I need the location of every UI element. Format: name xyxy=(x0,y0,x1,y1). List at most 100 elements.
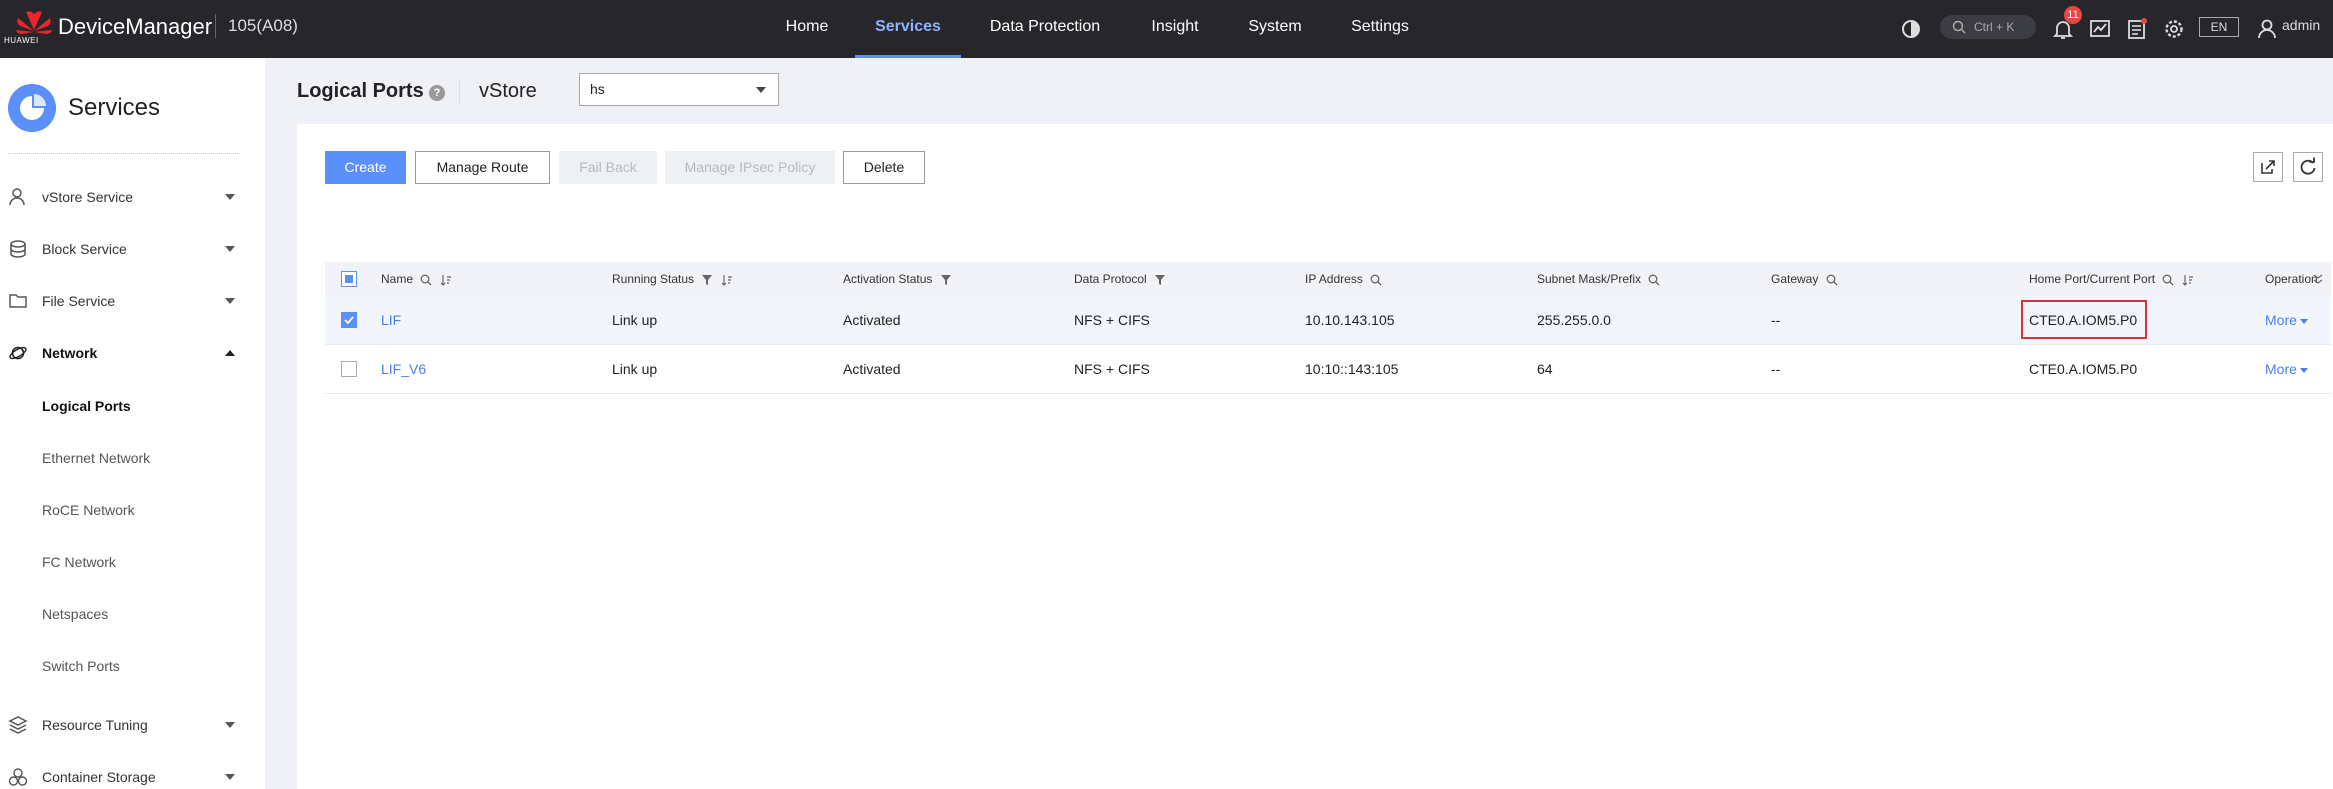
sidebar-item-label: Block Service xyxy=(42,241,127,257)
sort-icon[interactable] xyxy=(2182,274,2194,286)
vstore-select[interactable]: hs xyxy=(579,73,779,106)
column-label: Home Port/Current Port xyxy=(2029,272,2156,286)
chevron-down-icon xyxy=(225,298,235,304)
more-label: More xyxy=(2265,361,2297,377)
row-checkbox[interactable] xyxy=(341,312,357,328)
nav-insight[interactable]: Insight xyxy=(1140,0,1210,58)
sidebar-subitem-switch-ports[interactable]: Switch Ports xyxy=(42,658,120,688)
more-menu-button[interactable]: More xyxy=(2265,361,2308,377)
data-protocol: NFS + CIFS xyxy=(1074,361,1150,377)
help-icon[interactable]: ? xyxy=(429,85,445,101)
user-icon[interactable] xyxy=(2254,16,2280,42)
global-search-button[interactable]: Ctrl + K xyxy=(1940,15,2036,39)
sidebar-item-network[interactable]: Network xyxy=(0,333,245,373)
chevron-down-icon xyxy=(225,722,235,728)
filter-icon[interactable] xyxy=(1154,274,1166,286)
activation-status: Activated xyxy=(843,312,901,328)
running-status: Link up xyxy=(612,361,658,377)
sidebar-item-label: File Service xyxy=(42,293,116,309)
row-checkbox[interactable] xyxy=(341,361,357,377)
more-menu-button[interactable]: More xyxy=(2265,312,2308,328)
table-row[interactable]: LIF Link up Activated NFS + CIFS 10.10.1… xyxy=(325,296,2331,345)
search-icon[interactable] xyxy=(1826,274,1838,286)
brand-name: HUAWEI xyxy=(4,36,39,45)
column-header-running-status: Running Status xyxy=(612,272,733,286)
filter-icon[interactable] xyxy=(940,274,952,286)
column-header-ip-address: IP Address xyxy=(1305,272,1382,286)
column-header-name: Name xyxy=(381,272,452,286)
user-name[interactable]: admin xyxy=(2282,17,2320,33)
title-divider xyxy=(215,14,216,38)
search-icon[interactable] xyxy=(1370,274,1382,286)
search-icon[interactable] xyxy=(1648,274,1660,286)
refresh-button[interactable] xyxy=(2293,152,2323,182)
table-header: Name Running Status Activation Status Da… xyxy=(325,262,2331,296)
sidebar-subitem-fc-network[interactable]: FC Network xyxy=(42,554,116,584)
export-button[interactable] xyxy=(2253,152,2283,182)
language-switch[interactable]: EN xyxy=(2199,17,2239,37)
huawei-logo-icon[interactable] xyxy=(12,6,56,52)
nav-home[interactable]: Home xyxy=(772,0,842,58)
monitor-chart-icon[interactable] xyxy=(2087,16,2113,42)
sidebar-item-container-storage[interactable]: Container Storage xyxy=(0,757,245,789)
top-bar: HUAWEI DeviceManager 105(A08) Home Servi… xyxy=(0,0,2333,58)
home-port: CTE0.A.IOM5.P0 xyxy=(2029,312,2138,328)
manage-ipsec-policy-button[interactable]: Manage IPsec Policy xyxy=(665,151,835,184)
lif-name-link[interactable]: LIF_V6 xyxy=(381,361,426,377)
sidebar-subitem-roce-network[interactable]: RoCE Network xyxy=(42,502,135,532)
chevron-down-icon xyxy=(225,246,235,252)
sort-icon[interactable] xyxy=(721,274,733,286)
sidebar: Services vStore Service Block Service Fi… xyxy=(0,58,265,789)
activation-status: Activated xyxy=(843,361,901,377)
column-header-activation-status: Activation Status xyxy=(843,272,952,286)
sidebar-item-block-service[interactable]: Block Service xyxy=(0,229,245,269)
search-icon[interactable] xyxy=(420,274,432,286)
sidebar-item-vstore-service[interactable]: vStore Service xyxy=(0,177,245,217)
column-header-gateway: Gateway xyxy=(1771,272,1838,286)
sort-icon[interactable] xyxy=(440,274,452,286)
column-settings-chevron-icon[interactable] xyxy=(2313,273,2323,285)
nav-data-protection[interactable]: Data Protection xyxy=(975,0,1115,58)
nav-system[interactable]: System xyxy=(1240,0,1310,58)
gateway: -- xyxy=(1771,312,1781,328)
running-status: Link up xyxy=(612,312,658,328)
column-label: Gateway xyxy=(1771,272,1819,286)
column-header-home-port: Home Port/Current Port xyxy=(2029,272,2194,286)
nav-services[interactable]: Services xyxy=(855,0,961,58)
delete-button[interactable]: Delete xyxy=(843,151,925,184)
search-icon[interactable] xyxy=(2162,274,2174,286)
main-content: Logical Ports ? vStore hs Create Manage … xyxy=(297,58,2333,789)
fail-back-button[interactable]: Fail Back xyxy=(559,151,657,184)
page-header: Logical Ports ? vStore hs xyxy=(297,58,2333,124)
vstore-label: vStore xyxy=(479,80,537,102)
sidebar-item-resource-tuning[interactable]: Resource Tuning xyxy=(0,705,245,745)
layers-icon xyxy=(8,716,28,734)
theme-toggle-icon[interactable] xyxy=(1898,16,1924,42)
search-icon xyxy=(1952,20,1966,34)
sidebar-divider xyxy=(8,153,240,154)
create-button[interactable]: Create xyxy=(325,151,406,184)
nav-settings[interactable]: Settings xyxy=(1340,0,1420,58)
page-title: Logical Ports xyxy=(297,80,424,102)
services-logo-icon xyxy=(8,84,56,132)
table-row[interactable]: LIF_V6 Link up Activated NFS + CIFS 10:1… xyxy=(325,345,2331,394)
home-port: CTE0.A.IOM5.P0 xyxy=(2029,361,2138,377)
caret-down-icon xyxy=(2299,318,2308,324)
select-all-checkbox[interactable] xyxy=(341,271,357,287)
task-list-icon[interactable] xyxy=(2124,16,2150,42)
manage-route-button[interactable]: Manage Route xyxy=(415,151,550,184)
sidebar-subitem-netspaces[interactable]: Netspaces xyxy=(42,606,108,636)
export-icon xyxy=(2261,160,2275,174)
lif-name-link[interactable]: LIF xyxy=(381,312,401,328)
sidebar-item-label: Network xyxy=(42,345,98,361)
logical-ports-panel: Create Manage Route Fail Back Manage IPs… xyxy=(297,124,2333,789)
gear-icon[interactable] xyxy=(2161,16,2187,42)
sidebar-item-file-service[interactable]: File Service xyxy=(0,281,245,321)
header-divider xyxy=(459,80,460,104)
filter-icon[interactable] xyxy=(701,274,713,286)
sidebar-subitem-ethernet-network[interactable]: Ethernet Network xyxy=(42,450,150,480)
cluster-icon xyxy=(8,768,28,786)
planet-icon xyxy=(9,346,27,360)
caret-down-icon xyxy=(2299,367,2308,373)
sidebar-subitem-logical-ports[interactable]: Logical Ports xyxy=(42,398,131,428)
